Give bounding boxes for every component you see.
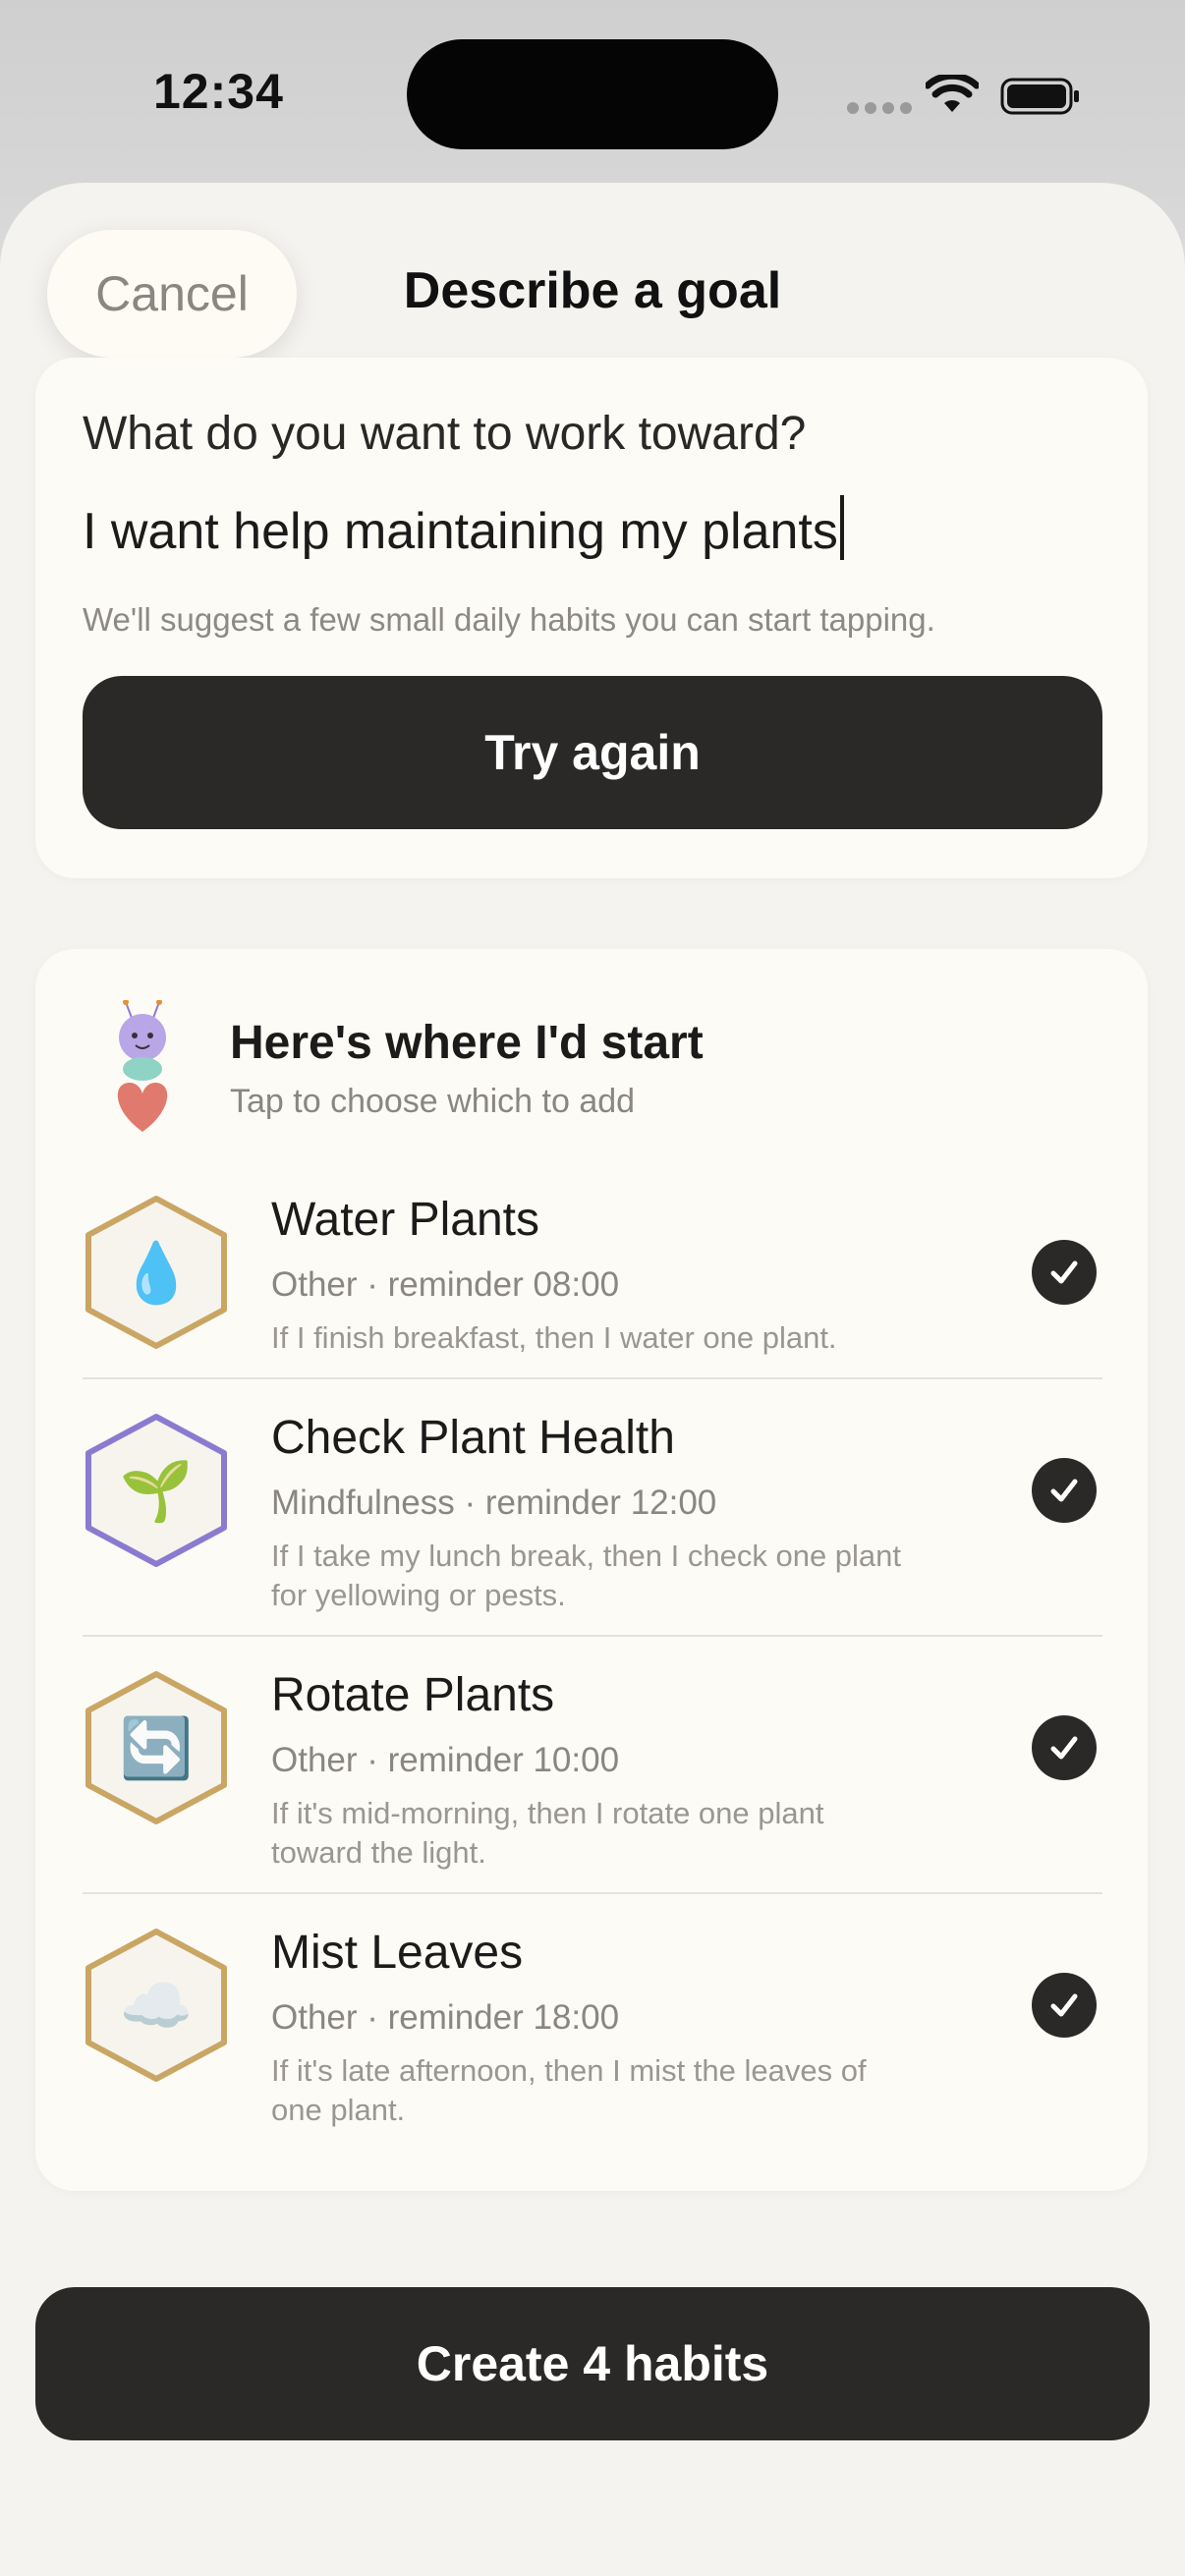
habit-row[interactable]: 🌱 Check Plant Health Mindfulness · reminde… [83, 1412, 1102, 1612]
habit-description: If I take my lunch break, then I check o… [271, 1539, 902, 1612]
text-caret [839, 495, 844, 560]
seedling-icon: 🌱 [119, 1457, 194, 1524]
checkmark-icon [1050, 1736, 1078, 1760]
habit-description: If it's late afternoon, then I mist the … [271, 2053, 867, 2127]
create-habits-button[interactable]: Create 4 habits [35, 2287, 1150, 2440]
habit-name: Check Plant Health [271, 1412, 675, 1464]
dynamic-island [407, 39, 778, 149]
checkmark-icon [1050, 1479, 1078, 1502]
goal-input-value: I want help maintaining my plants [83, 503, 838, 560]
rotate-arrows-icon: 🔄 [119, 1714, 194, 1781]
habit-row[interactable]: 💧 Water Plants Other · reminder 08:00 If I … [83, 1194, 1102, 1391]
habit-description: If it's mid-morning, then I rotate one p… [271, 1796, 824, 1870]
habit-row[interactable]: 🔄 Rotate Plants Other · reminder 10:00 If i… [83, 1669, 1102, 1870]
mascot-icon [117, 1000, 168, 1132]
habit-row[interactable]: ☁️ Mist Leaves Other · reminder 18:00 If it… [83, 1927, 1102, 2127]
habit-checkbox[interactable] [1032, 1458, 1097, 1523]
try-again-button[interactable]: Try again [83, 676, 1102, 829]
suggestions-title: Here's where I'd start [230, 1017, 704, 1069]
battery-icon [1000, 78, 1079, 115]
checkmark-icon [1050, 1260, 1078, 1284]
habit-description: If I finish breakfast, then I water one … [271, 1320, 837, 1355]
habit-name: Rotate Plants [271, 1669, 555, 1721]
habit-checkbox[interactable] [1032, 1973, 1097, 2038]
habit-meta: Mindfulness · reminder 12:00 [271, 1484, 717, 1522]
habit-checkbox[interactable] [1032, 1240, 1097, 1305]
goal-input[interactable]: I want help maintaining my plants [83, 495, 1095, 561]
habit-name: Water Plants [271, 1194, 539, 1246]
water-drop-icon: 💧 [119, 1239, 194, 1306]
page-title: Describe a goal [403, 262, 782, 319]
habit-meta: Other · reminder 18:00 [271, 1998, 620, 2037]
row-divider [83, 1892, 1102, 1894]
status-time: 12:34 [153, 64, 284, 119]
wifi-icon [926, 75, 979, 112]
goal-question-label: What do you want to work toward? [83, 408, 807, 460]
habit-meta: Other · reminder 10:00 [271, 1741, 620, 1779]
row-divider [83, 1635, 1102, 1637]
row-divider [83, 1377, 1102, 1379]
suggestions-subtitle: Tap to choose which to add [230, 1083, 636, 1120]
habit-checkbox[interactable] [1032, 1715, 1097, 1780]
checkmark-icon [1050, 1993, 1078, 2017]
habit-name: Mist Leaves [271, 1927, 524, 1979]
cellular-signal-icon [847, 102, 912, 114]
habit-meta: Other · reminder 08:00 [271, 1265, 620, 1304]
cloud-icon: ☁️ [119, 1972, 194, 2039]
goal-hint: We'll suggest a few small daily habits y… [83, 601, 935, 638]
